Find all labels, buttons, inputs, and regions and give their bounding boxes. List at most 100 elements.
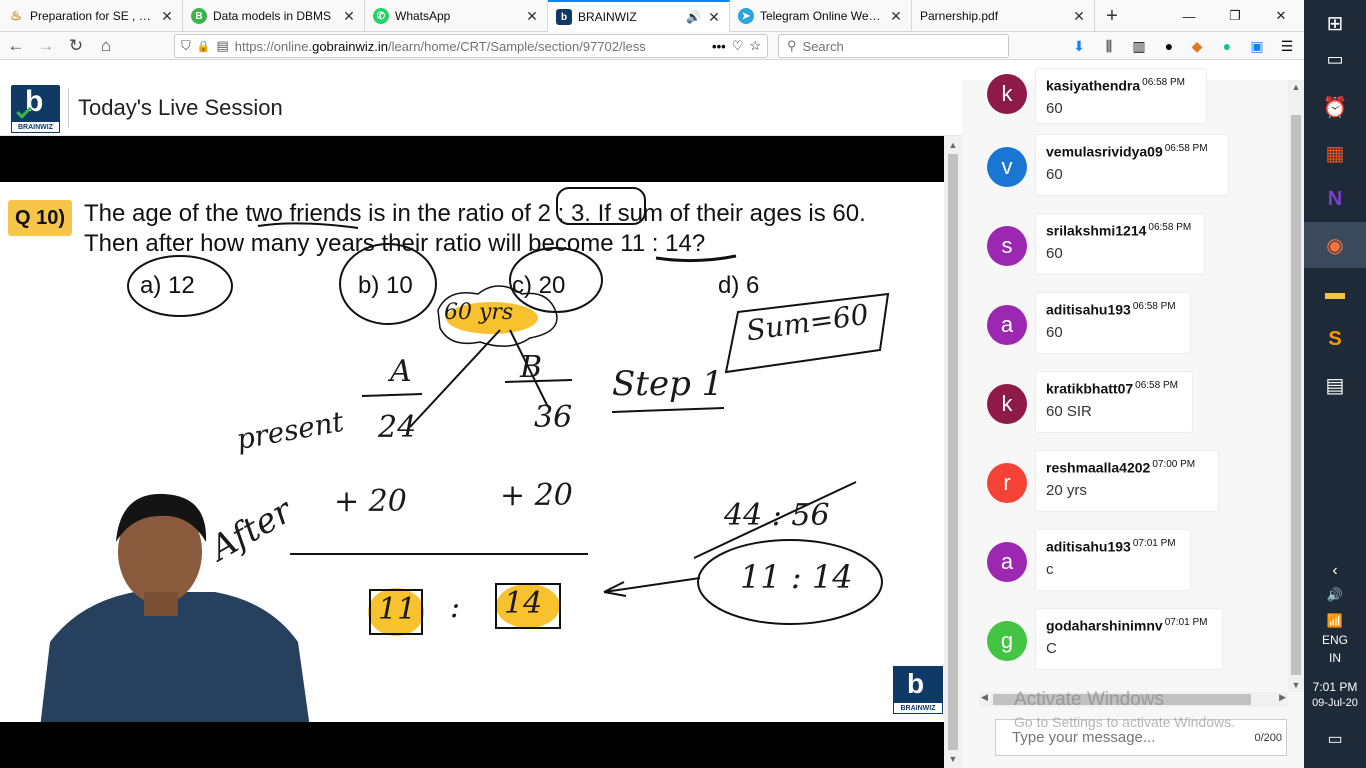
bookmark-star-icon[interactable]: ☆	[749, 38, 761, 54]
activation-watermark-title: Activate Windows	[1014, 689, 1164, 710]
pocket-icon[interactable]: ♡	[732, 38, 744, 54]
live-video[interactable]: Q 10) The age of the two friends is in t…	[0, 136, 944, 768]
page-scrollbar[interactable]: ▲ ▼	[944, 136, 962, 768]
sidebar-icon[interactable]: ▥	[1130, 37, 1148, 55]
search-icon: ⚲	[787, 38, 797, 53]
avatar: a	[987, 542, 1027, 582]
scroll-thumb[interactable]	[948, 154, 958, 750]
scroll-up-icon[interactable]: ▲	[944, 136, 962, 154]
calculator-icon[interactable]: ▤	[1304, 362, 1366, 408]
file-explorer-icon[interactable]: ▬	[1304, 270, 1366, 316]
message-bubble: aditisahu193 07:01 PM c	[1035, 529, 1191, 591]
page-title: Today's Live Session	[78, 95, 283, 120]
scroll-down-icon[interactable]: ▼	[944, 750, 962, 768]
lamp-icon: ♨	[10, 8, 22, 23]
alarm-clock-icon[interactable]: ⏰	[1304, 84, 1366, 130]
screenshot-icon[interactable]: ▣	[1248, 37, 1266, 55]
close-tab-icon[interactable]: ✕	[707, 9, 721, 26]
scroll-right-icon[interactable]: ▶	[1279, 692, 1286, 703]
action-center-icon[interactable]: ▭	[1304, 716, 1366, 762]
close-tab-icon[interactable]: ✕	[1072, 8, 1086, 25]
home-button[interactable]: ⌂	[94, 35, 118, 57]
result-a: 11	[378, 592, 417, 627]
speaker-icon[interactable]: 🔊	[686, 10, 701, 24]
avatar: k	[987, 384, 1027, 424]
tab-data-models[interactable]: B Data models in DBMS ✕	[183, 0, 365, 32]
result-colon: :	[450, 590, 461, 625]
message-bubble: vemulasrividya09 06:58 PM 60	[1035, 134, 1229, 196]
scroll-left-icon[interactable]: ◀	[981, 692, 988, 703]
username: srilakshmi1214	[1046, 222, 1147, 239]
label-b: B	[520, 350, 543, 385]
value-a: 24	[378, 410, 417, 445]
username: aditisahu193	[1046, 538, 1131, 555]
scroll-thumb[interactable]	[1291, 115, 1301, 675]
scroll-up-icon[interactable]: ▲	[1288, 82, 1304, 92]
struck-ratio: 44 : 56	[724, 498, 830, 533]
region-indicator[interactable]: IN	[1304, 651, 1366, 665]
scroll-down-icon[interactable]: ▼	[1288, 680, 1304, 690]
message-bubble: reshmaalla4202 07:00 PM 20 yrs	[1035, 450, 1219, 512]
chat-scrollbar[interactable]: ▲ ▼	[1288, 80, 1304, 692]
url-bar[interactable]: ⛉ 🔒 ▤ https://online.gobrainwiz.in/learn…	[174, 34, 768, 58]
page-header: b BRAINWIZ Today's Live Session	[0, 80, 962, 136]
close-tab-icon[interactable]: ✕	[889, 8, 903, 25]
value-b: 36	[534, 400, 573, 435]
timestamp: 06:58 PM	[1142, 77, 1185, 88]
minimize-button[interactable]: —	[1166, 0, 1212, 32]
library-icon[interactable]: ⫼	[1100, 37, 1118, 55]
reload-button[interactable]: ↻	[64, 35, 88, 57]
avatar: k	[987, 74, 1027, 114]
tab-telegram[interactable]: ➤ Telegram Online Web V ✕	[730, 0, 912, 32]
language-indicator[interactable]: ENG	[1304, 633, 1366, 647]
clock-time[interactable]: 7:01 PM	[1304, 680, 1366, 694]
close-tab-icon[interactable]: ✕	[342, 8, 356, 25]
forward-button[interactable]: →	[34, 35, 58, 57]
task-view-icon[interactable]: ▭	[1304, 36, 1366, 82]
lock-icon[interactable]: 🔒	[197, 40, 211, 53]
back-button[interactable]: ←	[4, 35, 28, 57]
tab-partnership-pdf[interactable]: Parnership.pdf ✕	[912, 0, 1095, 32]
clock-date[interactable]: 09-Jul-20	[1304, 697, 1366, 709]
metamask-icon[interactable]: ◆	[1188, 37, 1206, 55]
account-icon[interactable]: ●	[1160, 37, 1178, 55]
lecture-slide: Q 10) The age of the two friends is in t…	[0, 182, 944, 722]
close-tab-icon[interactable]: ✕	[160, 8, 174, 25]
store-icon[interactable]: ▦	[1304, 130, 1366, 176]
cloud-annotation: 60 yrs	[444, 300, 514, 325]
search-placeholder: Search	[802, 38, 844, 54]
restore-button[interactable]: ❐	[1212, 0, 1258, 32]
close-window-button[interactable]: ✕	[1258, 0, 1304, 32]
menu-icon[interactable]: ☰	[1278, 37, 1296, 55]
sublime-icon[interactable]: S	[1304, 316, 1366, 362]
target-ratio: 11 : 14	[740, 558, 853, 596]
firefox-icon[interactable]: ◉	[1304, 222, 1366, 268]
tab-brainwiz[interactable]: b BRAINWIZ 🔊 ✕	[548, 0, 730, 32]
page-info-icon[interactable]: ▤	[216, 38, 228, 54]
windows-taskbar: ⊞ ▭ ⏰ ▦ N ◉ ▬ S ▤ ‹ 🔊 📶 ENG IN 7:01 PM 0…	[1304, 0, 1366, 768]
avatar: s	[987, 226, 1027, 266]
timestamp: 07:01 PM	[1132, 538, 1176, 549]
whatsapp-icon: ✆	[373, 8, 389, 24]
page-actions-icon[interactable]: •••	[712, 39, 726, 54]
url-text[interactable]: https://online.gobrainwiz.in/learn/home/…	[235, 39, 706, 54]
label-a: A	[390, 354, 412, 389]
shield-icon[interactable]: ⛉	[181, 38, 191, 54]
close-tab-icon[interactable]: ✕	[525, 8, 539, 25]
message-bubble: srilakshmi1214 06:58 PM 60	[1035, 213, 1205, 275]
grammarly-icon[interactable]: ●	[1218, 37, 1236, 55]
username: kasiyathendra	[1046, 77, 1141, 94]
avatar: r	[987, 463, 1027, 503]
timestamp: 06:58 PM	[1132, 301, 1176, 312]
download-icon[interactable]: ⬇	[1070, 37, 1088, 55]
message-bubble: kasiyathendra 06:58 PM 60	[1035, 68, 1207, 124]
tab-strip: ♨ Preparation for SE , SES ✕ B Data mode…	[0, 0, 1304, 32]
new-tab-button[interactable]: +	[1095, 0, 1129, 32]
onenote-icon[interactable]: N	[1304, 176, 1366, 222]
search-bar[interactable]: ⚲ Search	[778, 34, 1009, 58]
brainwiz-logo[interactable]: b BRAINWIZ	[11, 85, 60, 133]
tab-preparation[interactable]: ♨ Preparation for SE , SES ✕	[0, 0, 183, 32]
username: kratikbhatt07	[1046, 380, 1134, 397]
tab-whatsapp[interactable]: ✆ WhatsApp ✕	[365, 0, 548, 32]
navigation-bar: ← → ↻ ⌂ ⛉ 🔒 ▤ https://online.gobrainwiz.…	[0, 32, 1304, 60]
